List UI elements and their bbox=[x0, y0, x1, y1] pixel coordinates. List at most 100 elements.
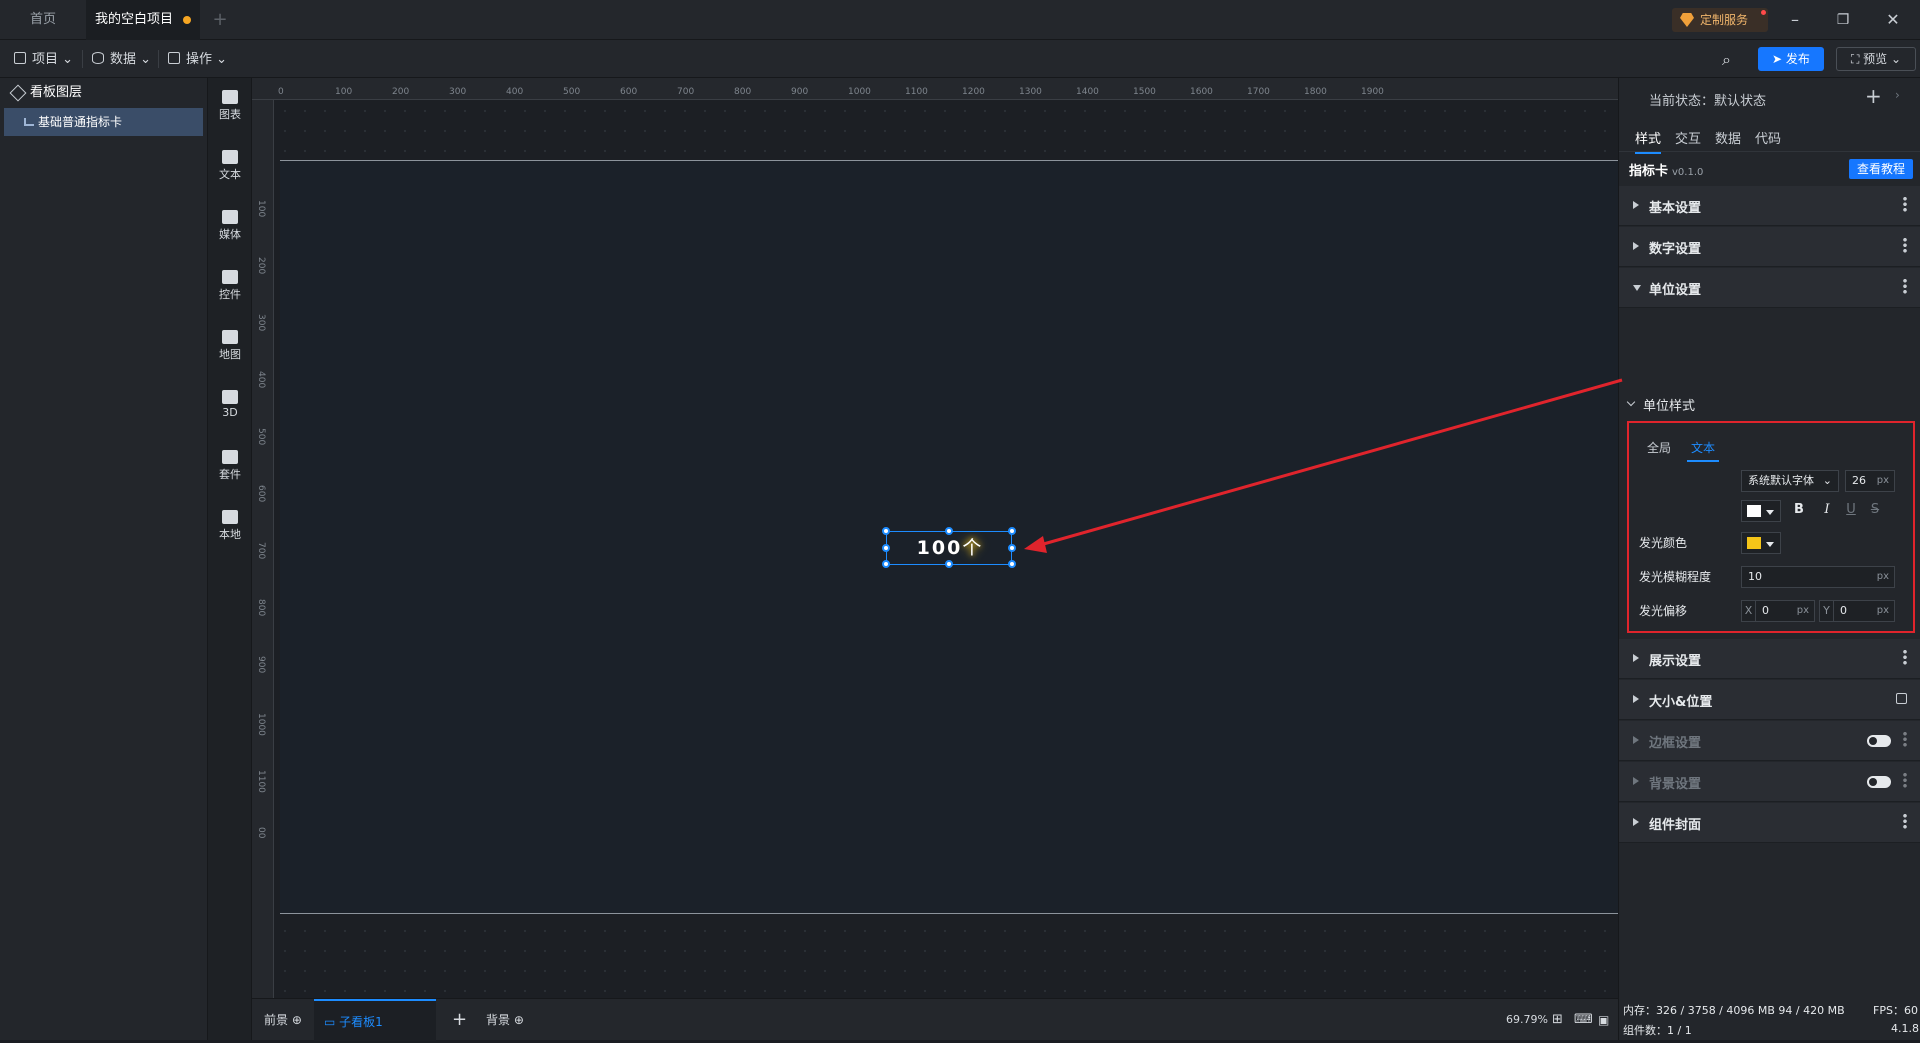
tool-media[interactable]: 媒体 bbox=[208, 210, 252, 242]
add-board-button[interactable]: + bbox=[452, 999, 467, 1041]
tool-chart[interactable]: 图表 bbox=[208, 90, 252, 122]
tool-label: 文本 bbox=[219, 168, 241, 181]
keyboard-icon[interactable]: ⌨ bbox=[1574, 999, 1593, 1041]
tool-text[interactable]: 文本 bbox=[208, 150, 252, 182]
tool-control[interactable]: 控件 bbox=[208, 270, 252, 302]
glow-offset-y-input[interactable]: Y 0 px bbox=[1819, 600, 1895, 622]
more-icon[interactable] bbox=[1903, 196, 1907, 212]
caret-right-icon bbox=[1633, 242, 1639, 250]
tab-background[interactable]: 背景 ⊕ bbox=[486, 999, 524, 1041]
glow-offset-x-input[interactable]: X 0 px bbox=[1741, 600, 1815, 622]
glow-blur-input[interactable]: 10 px bbox=[1741, 566, 1895, 588]
ruler-tick-label: 1500 bbox=[1133, 87, 1156, 97]
section-size-position[interactable]: 大小&位置 bbox=[1619, 680, 1920, 720]
resize-handle[interactable] bbox=[1008, 560, 1016, 568]
subtab-global[interactable]: 全局 bbox=[1647, 439, 1671, 456]
chevron-right-icon[interactable]: › bbox=[1895, 88, 1900, 102]
restore-button[interactable]: ❐ bbox=[1820, 0, 1866, 40]
metric-unit: 个 bbox=[962, 537, 984, 559]
tool-local[interactable]: 本地 bbox=[208, 510, 252, 542]
minimize-button[interactable]: – bbox=[1772, 0, 1818, 40]
tool-map[interactable]: 地图 bbox=[208, 330, 252, 362]
underline-button[interactable]: U bbox=[1841, 502, 1861, 517]
add-state-icon[interactable]: + bbox=[1865, 84, 1882, 108]
close-button[interactable]: ✕ bbox=[1870, 0, 1916, 40]
font-color-picker[interactable] bbox=[1741, 500, 1781, 522]
menu-data[interactable]: 数据 ⌄ bbox=[92, 49, 151, 71]
font-family-select[interactable]: 系统默认字体 ⌄ bbox=[1741, 470, 1839, 492]
italic-button[interactable]: I bbox=[1817, 502, 1837, 517]
metric-card-widget[interactable]: 100个 bbox=[882, 527, 1016, 568]
current-state[interactable]: 当前状态：默认状态 bbox=[1649, 90, 1766, 109]
notification-dot bbox=[1761, 10, 1766, 15]
property-tabs: 样式 交互 数据 代码 bbox=[1619, 122, 1920, 154]
memory-status: 内存：326 / 3758 / 4096 MB 94 / 420 MB bbox=[1623, 1004, 1845, 1017]
menu-operate[interactable]: 操作 ⌄ bbox=[168, 49, 227, 71]
resize-handle[interactable] bbox=[1008, 544, 1016, 552]
section-cover[interactable]: 组件封面 bbox=[1619, 803, 1920, 843]
unit-style-label: 单位样式 bbox=[1643, 399, 1696, 414]
tool-3d[interactable]: 3D bbox=[208, 390, 252, 419]
background-toggle[interactable] bbox=[1867, 776, 1891, 788]
subtab-text[interactable]: 文本 bbox=[1687, 439, 1720, 462]
text-icon bbox=[222, 150, 238, 164]
resize-handle[interactable] bbox=[882, 527, 890, 535]
resize-handle[interactable] bbox=[945, 560, 953, 568]
section-unit[interactable]: 单位设置 bbox=[1619, 268, 1920, 308]
shirt-icon bbox=[222, 450, 238, 464]
ruler-top: 0 100 200 300 400 500 600 700 800 900 1000 1100 1200… bbox=[252, 78, 1618, 100]
tab-sub-board-label: 子看板1 bbox=[339, 1015, 383, 1029]
border-toggle[interactable] bbox=[1867, 735, 1891, 747]
fps-status: FPS：60 bbox=[1873, 1004, 1918, 1017]
new-tab-button[interactable]: + bbox=[208, 0, 232, 40]
tool-kit[interactable]: 套件 bbox=[208, 450, 252, 482]
more-icon[interactable] bbox=[1903, 813, 1907, 829]
tab-foreground[interactable]: 前景 ⊕ bbox=[264, 999, 302, 1041]
font-size-input[interactable]: 26 px bbox=[1845, 470, 1895, 492]
tutorial-button[interactable]: 查看教程 bbox=[1849, 159, 1913, 179]
glow-blur-value: 10 bbox=[1748, 570, 1762, 583]
ruler-tick-label: 400 bbox=[506, 87, 524, 97]
tab-code[interactable]: 代码 bbox=[1755, 128, 1781, 147]
tab-sub-board[interactable]: ▭ 子看板1 bbox=[314, 999, 436, 1041]
section-border[interactable]: 边框设置 bbox=[1619, 721, 1920, 761]
resize-handle[interactable] bbox=[882, 544, 890, 552]
search-icon[interactable]: ⌕ bbox=[1722, 49, 1731, 71]
tab-home[interactable]: 首页 bbox=[0, 0, 86, 40]
fit-screen-icon[interactable]: ⊞ bbox=[1552, 999, 1563, 1041]
tab-project[interactable]: 我的空白项目 bbox=[86, 0, 200, 40]
tab-interaction[interactable]: 交互 bbox=[1675, 128, 1701, 147]
more-icon[interactable] bbox=[1903, 237, 1907, 253]
terminal-icon[interactable]: ▣ bbox=[1598, 999, 1609, 1041]
zoom-level[interactable]: 69.79% bbox=[1506, 999, 1548, 1041]
tab-data[interactable]: 数据 bbox=[1715, 128, 1741, 147]
tab-background-label: 背景 bbox=[486, 1013, 511, 1027]
layer-item[interactable]: 基础普通指标卡 bbox=[4, 108, 203, 136]
publish-button[interactable]: ➤ 发布 bbox=[1758, 47, 1824, 71]
resize-handle[interactable] bbox=[1008, 527, 1016, 535]
bold-button[interactable]: B bbox=[1789, 502, 1809, 517]
ruler-tick-label: 900 bbox=[256, 656, 266, 674]
unit-style-group[interactable]: 单位样式 bbox=[1619, 390, 1920, 416]
strikethrough-button[interactable]: S bbox=[1865, 502, 1885, 517]
ruler-tick-label: 500 bbox=[563, 87, 581, 97]
preview-button[interactable]: ⛶ 预览 ⌄ bbox=[1836, 47, 1916, 71]
menu-project[interactable]: 项目 ⌄ bbox=[14, 49, 73, 71]
section-background[interactable]: 背景设置 bbox=[1619, 762, 1920, 802]
caret-down-icon bbox=[1766, 510, 1774, 515]
more-icon[interactable] bbox=[1903, 772, 1907, 788]
more-icon[interactable] bbox=[1903, 278, 1907, 294]
more-icon[interactable] bbox=[1903, 731, 1907, 747]
resize-handle[interactable] bbox=[882, 560, 890, 568]
ruler-tick-label: 00 bbox=[256, 827, 266, 839]
custom-service-button[interactable]: 定制服务 bbox=[1672, 8, 1768, 32]
glow-color-picker[interactable] bbox=[1741, 532, 1781, 554]
resize-handle[interactable] bbox=[945, 527, 953, 535]
more-icon[interactable] bbox=[1903, 649, 1907, 665]
section-number[interactable]: 数字设置 bbox=[1619, 227, 1920, 267]
tab-style[interactable]: 样式 bbox=[1635, 128, 1662, 154]
lock-icon[interactable] bbox=[1896, 693, 1907, 704]
ruler-tick-label: 1900 bbox=[1361, 87, 1384, 97]
section-basic[interactable]: 基本设置 bbox=[1619, 186, 1920, 226]
section-display[interactable]: 展示设置 bbox=[1619, 639, 1920, 679]
